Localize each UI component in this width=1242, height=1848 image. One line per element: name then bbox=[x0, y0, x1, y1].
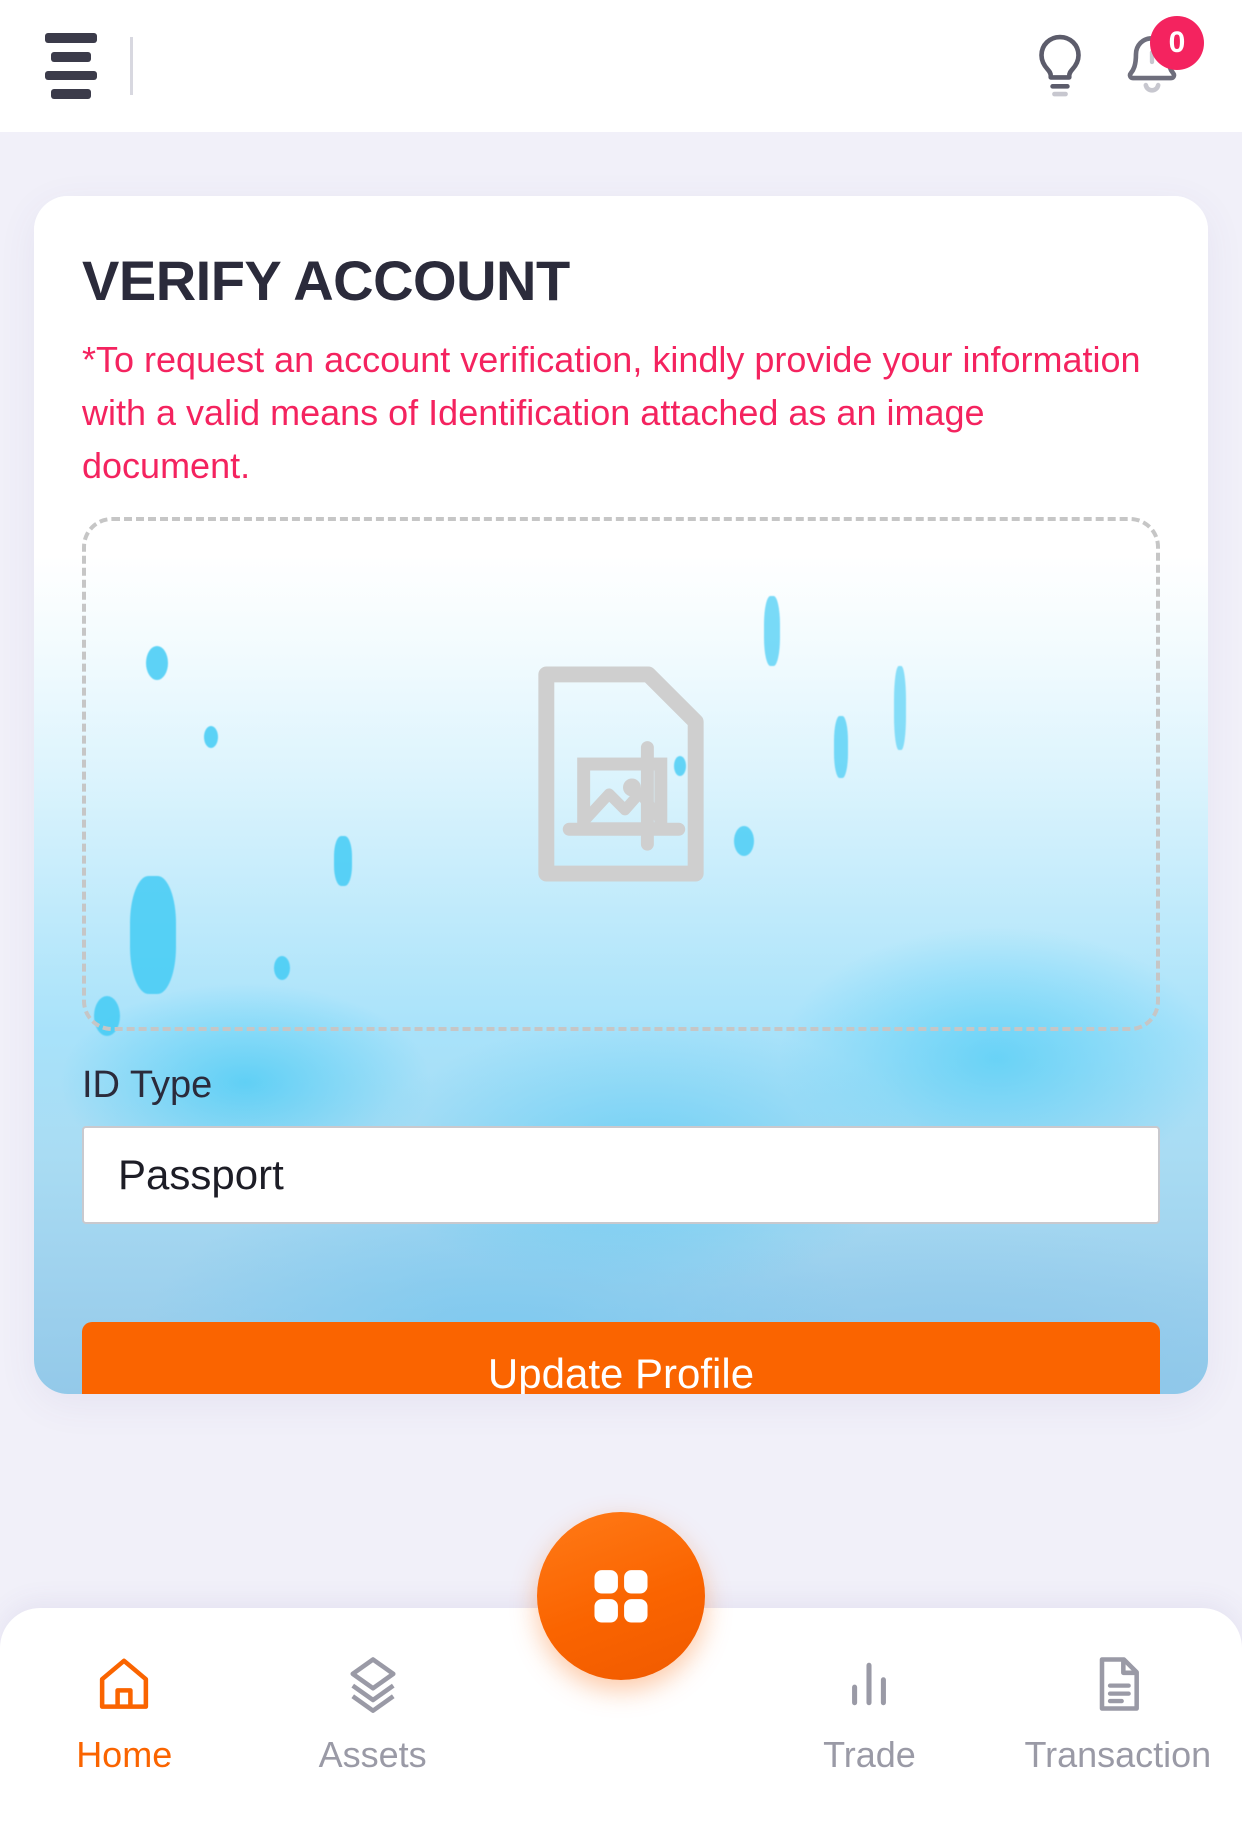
home-icon bbox=[100, 1658, 149, 1709]
bottom-navigation-bar: Home Assets Trade Transaction bbox=[0, 1512, 1242, 1848]
image-document-placeholder-icon bbox=[538, 666, 704, 882]
app-root: 0 VERIFY ACCOUNT *To request an account … bbox=[0, 0, 1242, 1848]
lightbulb-icon bbox=[1039, 34, 1081, 97]
nav-label-transaction: Transaction bbox=[1024, 1734, 1212, 1775]
id-type-field: ID Type Passport bbox=[82, 1063, 1160, 1225]
nav-item-trade[interactable]: Trade bbox=[745, 1652, 993, 1776]
menu-bar-2 bbox=[51, 51, 91, 62]
grid-apps-icon bbox=[594, 1570, 648, 1623]
layers-icon bbox=[350, 1657, 396, 1713]
id-type-select[interactable]: Passport bbox=[82, 1126, 1160, 1225]
hint-button[interactable] bbox=[1014, 20, 1106, 112]
verification-notice: *To request an account verification, kin… bbox=[82, 338, 1141, 487]
nav-item-home[interactable]: Home bbox=[0, 1652, 248, 1776]
nav-label-home: Home bbox=[76, 1734, 173, 1775]
menu-bar-4 bbox=[51, 89, 91, 99]
update-profile-button[interactable]: Update Profile bbox=[82, 1322, 1160, 1394]
nav-item-transaction[interactable]: Transaction bbox=[994, 1652, 1242, 1776]
top-app-bar: 0 bbox=[0, 0, 1242, 132]
nav-item-assets[interactable]: Assets bbox=[248, 1652, 496, 1776]
apps-fab-button[interactable] bbox=[537, 1512, 705, 1680]
notifications-button[interactable]: 0 bbox=[1106, 16, 1204, 112]
hamburger-menu-icon[interactable] bbox=[38, 33, 104, 99]
id-document-dropzone[interactable] bbox=[82, 516, 1160, 1031]
document-icon bbox=[1099, 1657, 1139, 1711]
nav-label-trade: Trade bbox=[823, 1734, 916, 1775]
menu-bar-1 bbox=[45, 33, 97, 43]
card-content: VERIFY ACCOUNT *To request an account ve… bbox=[34, 196, 1208, 1394]
notification-badge: 0 bbox=[1150, 16, 1204, 70]
page-title: VERIFY ACCOUNT bbox=[82, 249, 570, 312]
menu-bar-3 bbox=[45, 70, 97, 81]
verify-account-card: VERIFY ACCOUNT *To request an account ve… bbox=[34, 196, 1208, 1394]
topbar-divider bbox=[130, 37, 133, 95]
id-type-label: ID Type bbox=[82, 1063, 213, 1106]
bar-chart-icon bbox=[852, 1662, 887, 1706]
nav-label-assets: Assets bbox=[318, 1734, 427, 1775]
